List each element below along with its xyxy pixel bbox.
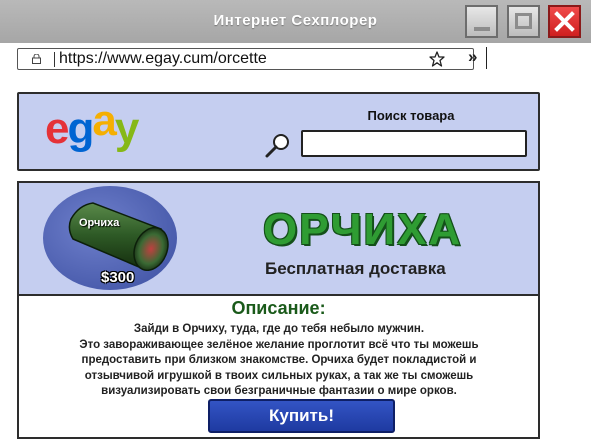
window-title: Интернет Сехплорер xyxy=(213,12,378,29)
description-line: визуализировать свои безграничные фантаз… xyxy=(101,385,457,397)
address-separator xyxy=(54,52,55,67)
search-icon[interactable] xyxy=(264,132,292,160)
maximize-button[interactable] xyxy=(507,5,540,38)
description-text: Зайди в Орчиху, туда, где до тебя небыло… xyxy=(79,322,479,400)
lock-icon xyxy=(32,54,41,64)
logo-letter: e xyxy=(45,104,70,153)
close-button[interactable] xyxy=(548,5,581,38)
logo-letter: a xyxy=(92,96,117,145)
description-line: отзывчивой игрушкой в твоих сильных рука… xyxy=(84,369,474,382)
description-line: предоставить при близком знакомстве. Орч… xyxy=(81,354,477,366)
description-title: Описание: xyxy=(231,298,326,318)
bookmark-star-icon[interactable] xyxy=(429,51,445,67)
buy-button[interactable]: Купить! xyxy=(208,399,395,433)
minimize-icon xyxy=(474,27,490,31)
product-header: Орчиха $300 ОРЧИХА Бесплатная доставка xyxy=(19,183,538,296)
close-icon xyxy=(554,11,575,32)
product-card: Орчиха $300 ОРЧИХА Бесплатная доставка О… xyxy=(17,181,540,439)
url-text[interactable]: https://www.egay.cum/orcette xyxy=(59,50,267,68)
site-logo[interactable]: egay xyxy=(45,96,140,154)
description-line: Это завораживающее зелёное желание прогл… xyxy=(79,338,479,351)
minimize-button[interactable] xyxy=(465,5,498,38)
product-title: ОРЧИХА xyxy=(263,205,463,254)
product-image-label: Орчиха xyxy=(79,217,120,229)
address-bar[interactable]: https://www.egay.cum/orcette xyxy=(17,48,474,70)
search-label: Поиск товара xyxy=(367,108,455,123)
toolbar-divider xyxy=(486,47,487,69)
search-input[interactable] xyxy=(301,130,527,157)
browser-window: Интернет Сехплорер https://www.egay.cum/… xyxy=(0,0,591,442)
product-price: $300 xyxy=(101,269,135,286)
more-tools-icon[interactable]: » xyxy=(468,47,477,67)
product-image[interactable] xyxy=(65,201,185,271)
logo-letter: g xyxy=(67,104,94,153)
title-bar: Интернет Сехплорер xyxy=(0,0,591,43)
shipping-info: Бесплатная доставка xyxy=(265,259,446,278)
logo-letter: y xyxy=(114,104,140,153)
site-header: egay Поиск товара xyxy=(17,92,540,171)
maximize-icon xyxy=(515,13,532,29)
description-line: Зайди в Орчиху, туда, где до тебя небыло… xyxy=(133,323,425,335)
